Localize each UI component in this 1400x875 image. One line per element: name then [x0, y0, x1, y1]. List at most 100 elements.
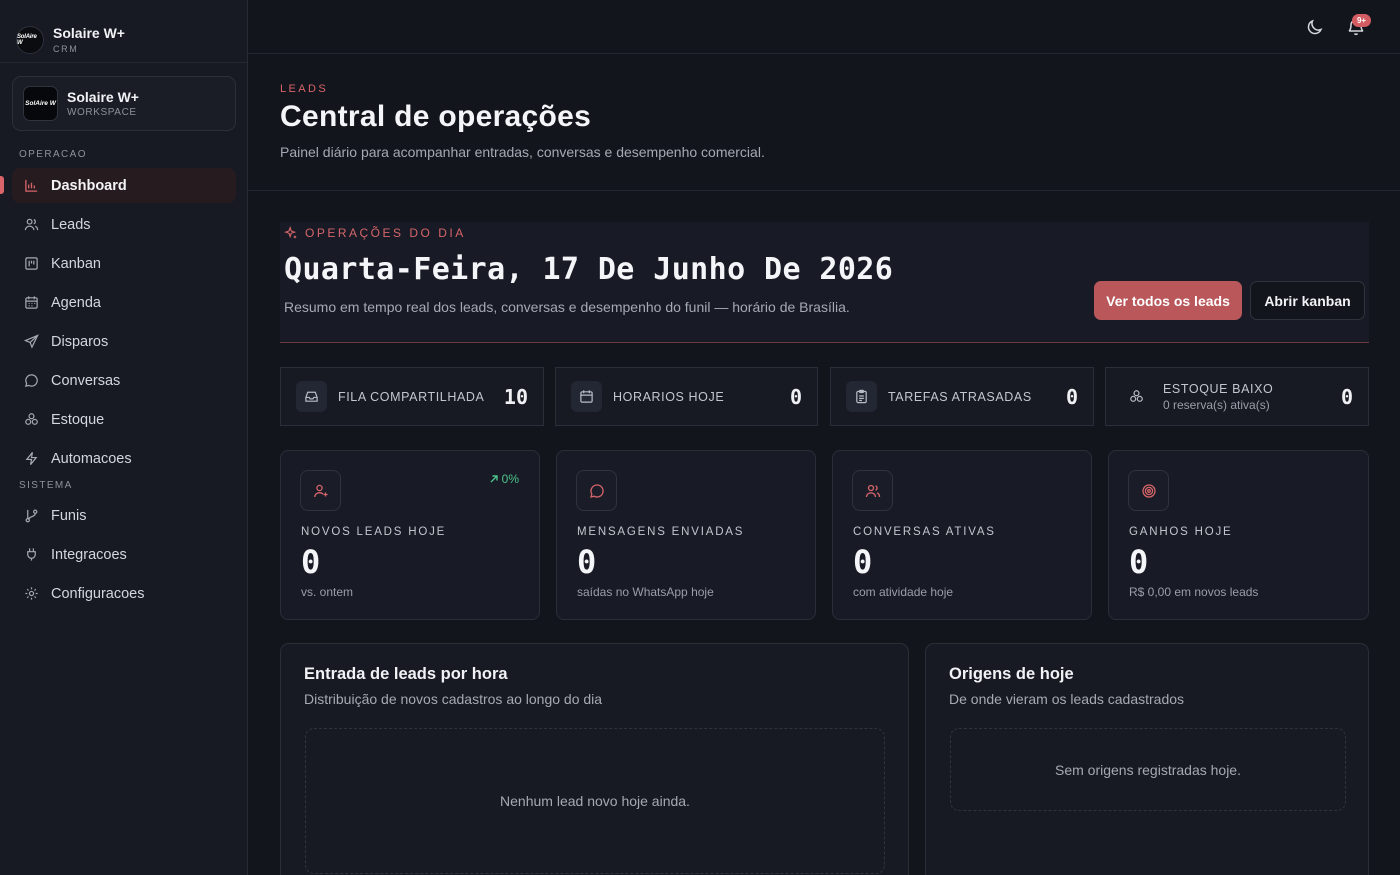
brand[interactable]: SolAire W Solaire W+ CRM — [0, 0, 247, 62]
card-value: 0 — [577, 543, 597, 581]
stat-overdue-tasks[interactable]: TAREFAS ATRASADAS 0 — [830, 367, 1094, 426]
sidebar-item-label: Configuracoes — [51, 585, 145, 602]
sidebar-item-dashboard[interactable]: Dashboard — [12, 168, 236, 203]
card-icon-box — [852, 470, 893, 511]
moon-icon[interactable] — [1305, 17, 1325, 37]
brand-sub: CRM — [53, 44, 79, 54]
zap-icon — [25, 452, 38, 465]
inbox-icon — [305, 391, 318, 402]
empty-state: Sem origens registradas hoje. — [950, 728, 1346, 811]
brand-logo: SolAire W — [16, 25, 44, 54]
operations-date: Quarta-Feira, 17 De Junho De 2026 — [284, 252, 894, 287]
users-icon — [865, 484, 880, 497]
brand-name: Solaire W+ — [53, 25, 125, 41]
stat-value: 0 — [1340, 384, 1353, 409]
sidebar-item-disparos[interactable]: Disparos — [12, 324, 236, 359]
chat-icon — [589, 483, 604, 498]
sidebar-item-agenda[interactable]: Agenda — [12, 285, 236, 320]
stat-value: 0 — [789, 384, 802, 409]
card-value: 0 — [853, 543, 873, 581]
send-icon — [24, 334, 39, 349]
sidebar-item-funis[interactable]: Funis — [12, 498, 236, 533]
page-subtitle: Painel diário para acompanhar entradas, … — [280, 144, 765, 160]
card-sub: R$ 0,00 em novos leads — [1129, 585, 1259, 599]
metric-card-active-conversations[interactable]: CONVERSAS ATIVAS 0 com atividade hoje — [832, 450, 1092, 620]
boxes-icon — [25, 413, 38, 425]
section-label-sistema: SISTEMA — [19, 480, 73, 491]
panel-title: Origens de hoje — [949, 665, 1074, 683]
stat-label: TAREFAS ATRASADAS — [888, 389, 1032, 404]
sidebar-item-label: Kanban — [51, 255, 101, 272]
card-sub: com atividade hoje — [853, 585, 954, 599]
sidebar-item-estoque[interactable]: Estoque — [12, 402, 236, 437]
hourly-leads-panel: Entrada de leads por hora Distribuição d… — [280, 643, 909, 875]
stat-label: FILA COMPARTILHADA — [338, 389, 485, 404]
sidebar-item-automacoes[interactable]: Automacoes — [12, 441, 236, 476]
panel-title: Entrada de leads por hora — [304, 665, 508, 683]
arrow-up-right-icon — [490, 475, 498, 483]
chat-icon — [25, 374, 38, 387]
stat-schedules-today[interactable]: HORARIOS HOJE 0 — [555, 367, 818, 426]
user-plus-icon — [313, 484, 327, 497]
card-sub: saídas no WhatsApp hoje — [577, 585, 714, 599]
view-all-leads-button[interactable]: Ver todos os leads — [1094, 281, 1242, 320]
card-label: MENSAGENS ENVIADAS — [577, 526, 745, 538]
page-eyebrow: LEADS — [280, 83, 329, 95]
card-label: NOVOS LEADS HOJE — [301, 526, 447, 538]
card-label: CONVERSAS ATIVAS — [853, 526, 996, 538]
sidebar-item-integracoes[interactable]: Integracoes — [12, 537, 236, 572]
origins-panel: Origens de hoje De onde vieram os leads … — [925, 643, 1369, 875]
stat-label: ESTOQUE BAIXO — [1163, 381, 1274, 396]
operations-label: OPERAÇÕES DO DIA — [284, 226, 466, 240]
section-label-operacao: OPERACAO — [19, 149, 87, 160]
card-icon-box — [576, 470, 617, 511]
stat-label: HORARIOS HOJE — [613, 389, 725, 404]
active-indicator — [0, 176, 4, 194]
workspace-switcher[interactable]: SolAire W Solaire W+ WORKSPACE — [12, 76, 236, 131]
panel-subtitle: De onde vieram os leads cadastrados — [949, 691, 1185, 707]
stat-shared-queue[interactable]: FILA COMPARTILHADA 10 — [280, 367, 544, 426]
gear-icon — [25, 587, 38, 600]
sidebar-item-label: Funis — [51, 507, 87, 524]
sidebar-item-label: Leads — [51, 216, 91, 233]
top-bar — [248, 0, 1400, 54]
stat-sub: 0 reserva(s) ativa(s) — [1163, 397, 1270, 412]
sidebar-item-label: Integracoes — [51, 546, 127, 563]
sparkle-icon — [284, 226, 297, 239]
operations-label-text: OPERAÇÕES DO DIA — [305, 226, 466, 240]
metric-card-new-leads[interactable]: 0% NOVOS LEADS HOJE 0 vs. ontem — [280, 450, 540, 620]
card-value: 0 — [301, 543, 321, 581]
stat-icon-box — [1121, 381, 1152, 412]
page-title: Central de operações — [280, 100, 592, 133]
clipboard-icon — [856, 389, 867, 404]
stat-icon-box — [296, 381, 327, 412]
stat-icon-box — [571, 381, 602, 412]
operations-subtitle: Resumo em tempo real dos leads, conversa… — [284, 299, 850, 315]
open-kanban-button[interactable]: Abrir kanban — [1250, 281, 1365, 320]
sidebar-item-label: Dashboard — [51, 177, 127, 194]
metric-card-gains-today[interactable]: GANHOS HOJE 0 R$ 0,00 em novos leads — [1108, 450, 1369, 620]
card-label: GANHOS HOJE — [1129, 526, 1233, 538]
workspace-logo: SolAire W — [23, 86, 58, 121]
sidebar-item-configuracoes[interactable]: Configuracoes — [12, 576, 236, 611]
card-icon-box — [300, 470, 341, 511]
workspace-sub: WORKSPACE — [67, 107, 137, 118]
card-sub: vs. ontem — [301, 585, 354, 599]
metric-card-messages-sent[interactable]: MENSAGENS ENVIADAS 0 saídas no WhatsApp … — [556, 450, 816, 620]
stat-value: 0 — [1065, 384, 1078, 409]
calendar-icon — [25, 296, 38, 309]
calendar-icon — [580, 390, 593, 403]
kanban-icon — [25, 257, 38, 270]
sidebar-item-conversas[interactable]: Conversas — [12, 363, 236, 398]
sidebar-item-label: Estoque — [51, 411, 105, 428]
users-icon — [24, 218, 39, 231]
sidebar-item-kanban[interactable]: Kanban — [12, 246, 236, 281]
card-value: 0 — [1129, 543, 1149, 581]
empty-state: Nenhum lead novo hoje ainda. — [305, 728, 885, 874]
sidebar-item-label: Disparos — [51, 333, 109, 350]
trend-indicator: 0% — [489, 472, 519, 486]
stat-low-stock[interactable]: ESTOQUE BAIXO 0 reserva(s) ativa(s) 0 — [1105, 367, 1369, 426]
panel-subtitle: Distribuição de novos cadastros ao longo… — [304, 691, 603, 707]
sidebar-item-leads[interactable]: Leads — [12, 207, 236, 242]
trend-value: 0% — [501, 472, 519, 486]
